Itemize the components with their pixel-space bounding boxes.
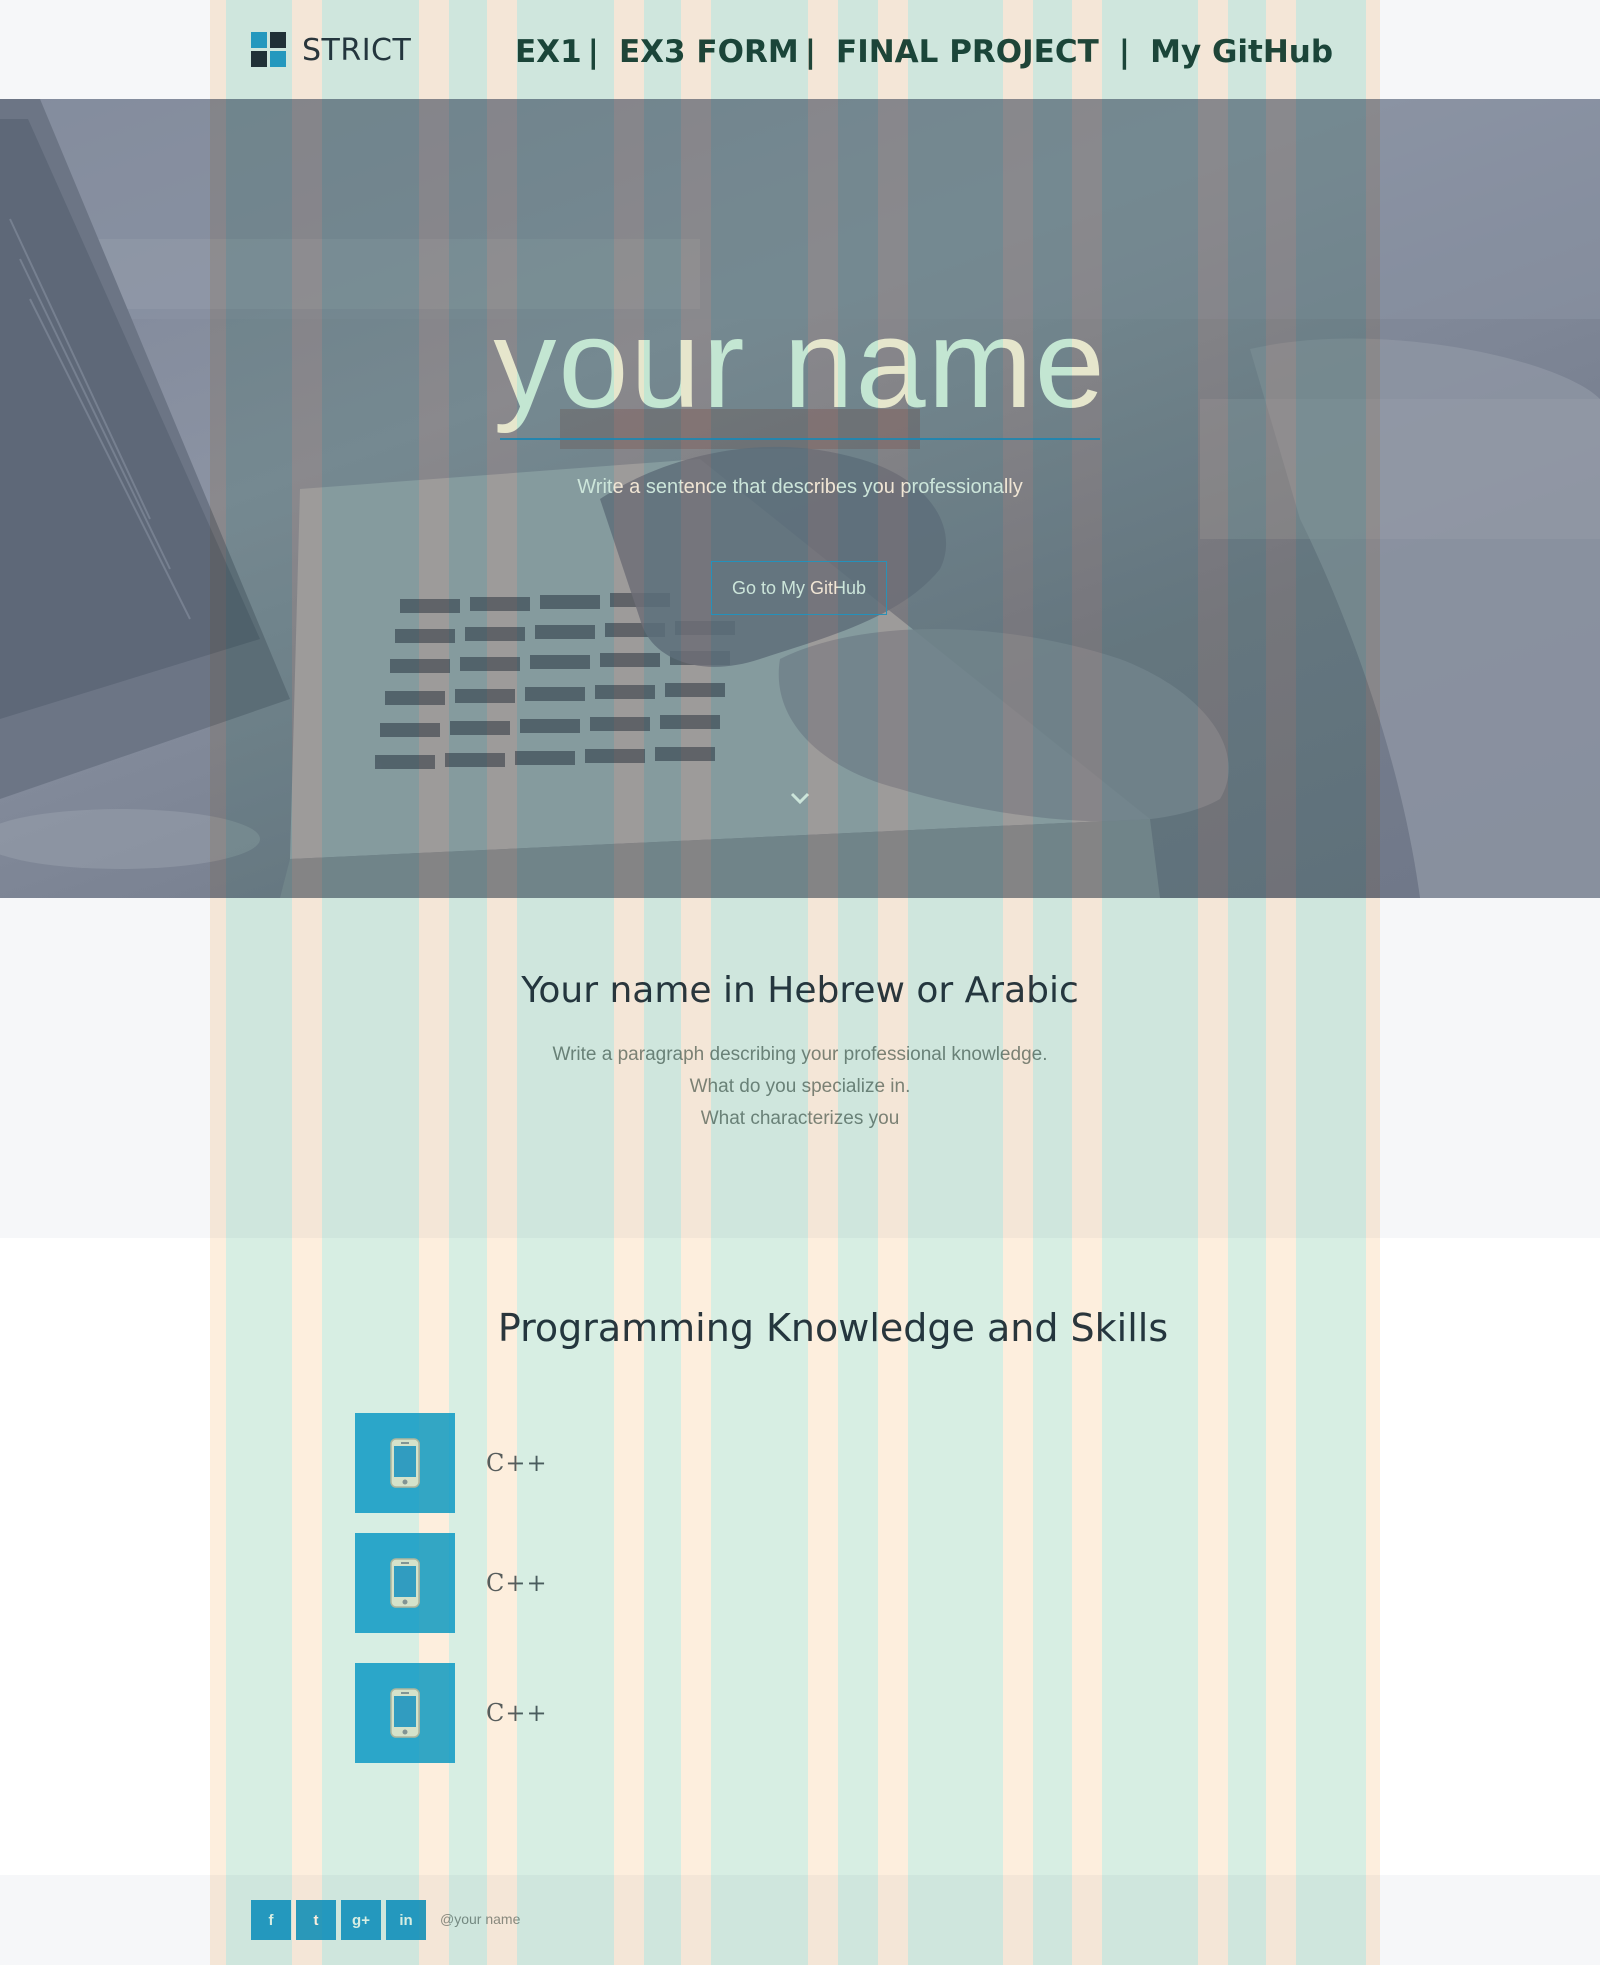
main-nav: EX1 | EX3 FORM | FINAL PROJECT | My GitH… xyxy=(515,30,1333,74)
nav-link-my-github[interactable]: My GitHub xyxy=(1150,34,1333,70)
chevron-down-icon[interactable] xyxy=(789,791,811,805)
hero-title-underline xyxy=(500,438,1100,440)
about-line: What characterizes you xyxy=(700,1108,900,1129)
footer-credit: @your name xyxy=(440,1911,521,1927)
skills-section: Programming Knowledge and Skills C++ C++… xyxy=(0,1238,1600,1875)
facebook-icon[interactable]: f xyxy=(251,1900,291,1940)
twitter-icon[interactable]: t xyxy=(296,1900,336,1940)
linkedin-icon[interactable]: in xyxy=(386,1900,426,1940)
nav-separator: | xyxy=(804,34,817,70)
skill-label: C++ xyxy=(486,1449,548,1477)
site-footer: f t g+ in @your name xyxy=(0,1875,1600,1965)
about-title: Your name in Hebrew or Arabic xyxy=(521,970,1079,1011)
site-header: STRICT EX1 | EX3 FORM | FINAL PROJECT | … xyxy=(0,0,1600,99)
hero-title: your name xyxy=(493,293,1107,434)
nav-separator: | xyxy=(1118,34,1131,70)
google-plus-icon[interactable]: g+ xyxy=(341,1900,381,1940)
skills-title: Programming Knowledge and Skills xyxy=(497,1306,1169,1350)
skill-label: C++ xyxy=(486,1569,548,1597)
brand-logo[interactable]: STRICT xyxy=(251,30,411,70)
smartphone-icon xyxy=(355,1533,455,1633)
skill-item: C++ xyxy=(355,1533,548,1633)
nav-separator: | xyxy=(587,34,599,70)
hero-subtitle: Write a sentence that describes you prof… xyxy=(577,476,1023,498)
nav-link-final-project[interactable]: FINAL PROJECT xyxy=(836,34,1099,70)
hero-section: your name Write a sentence that describe… xyxy=(0,99,1600,898)
go-to-github-button[interactable]: Go to My GitHub xyxy=(711,561,887,615)
skill-item: C++ xyxy=(355,1663,548,1763)
skill-label: C++ xyxy=(486,1699,548,1727)
nav-link-ex3-form[interactable]: EX3 FORM xyxy=(619,34,799,70)
about-line: Write a paragraph describing your profes… xyxy=(552,1044,1048,1065)
smartphone-icon xyxy=(355,1663,455,1763)
smartphone-icon xyxy=(355,1413,455,1513)
about-paragraph: Write a paragraph describing your profes… xyxy=(0,1039,1600,1135)
brand-name: STRICT xyxy=(302,32,412,68)
logo-squares-icon xyxy=(251,32,287,68)
nav-link-ex1[interactable]: EX1 xyxy=(515,34,582,70)
about-section: Your name in Hebrew or Arabic Write a pa… xyxy=(0,898,1600,1238)
about-line: What do you specialize in. xyxy=(689,1076,911,1097)
skill-item: C++ xyxy=(355,1413,548,1513)
